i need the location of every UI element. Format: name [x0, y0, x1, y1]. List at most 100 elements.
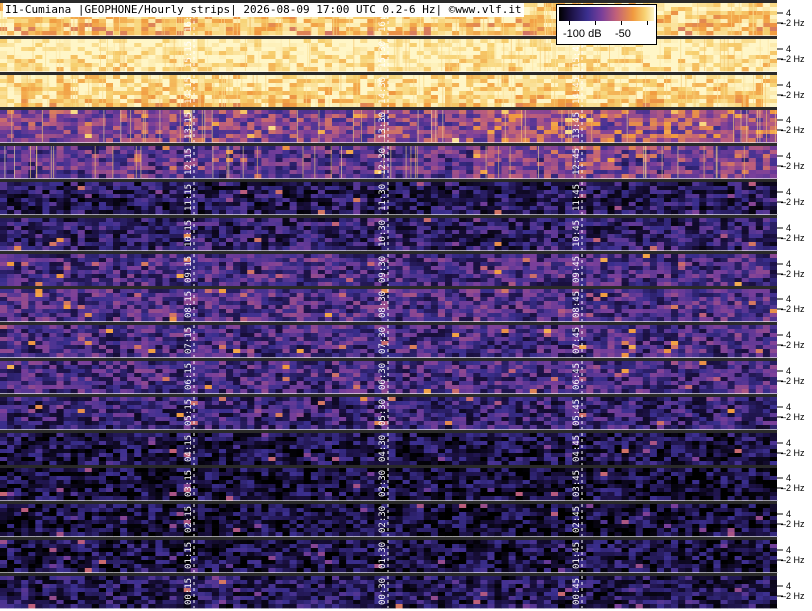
spectrum-cell: [487, 118, 495, 123]
spectrum-cell: [310, 186, 319, 191]
spectrum-streak: [201, 110, 203, 142]
spectrum-cell: [593, 186, 601, 191]
spectrum-cell: [70, 130, 79, 135]
spectrum-cell: [197, 27, 206, 32]
spectrum-cell: [211, 138, 220, 143]
spectrum-cell: [649, 166, 658, 171]
spectrum-cell: [247, 31, 255, 36]
spectrum-cell: [204, 118, 213, 123]
spectrum-cell: [445, 158, 453, 163]
spectrum-cell: [42, 75, 50, 80]
spectrum-cell: [282, 162, 290, 167]
spectrum-cell: [699, 59, 707, 64]
spectrum-cell: [437, 182, 446, 187]
spectrum-cell: [430, 59, 439, 64]
spectrum-cell: [268, 47, 276, 52]
spectrum-cell: [14, 83, 22, 88]
spectrum-cell: [261, 166, 269, 171]
spectrum-cell: [671, 166, 679, 171]
spectrum-cell: [529, 39, 538, 44]
spectrum-cell: [63, 158, 72, 163]
spectrum-cell: [692, 7, 700, 12]
spectrum-cell: [63, 51, 72, 56]
spectrum-cell: [275, 130, 283, 135]
spectrum-cell: [346, 138, 354, 143]
spectrum-cell: [282, 43, 290, 48]
spectrum-cell: [649, 150, 658, 155]
spectrum-cell: [430, 87, 439, 92]
spectrum-streak: [102, 75, 104, 107]
spectrum-cell: [748, 122, 757, 127]
spectrum-cell: [614, 186, 622, 191]
spectrum-cell: [268, 122, 276, 127]
spectrum-cell: [656, 118, 665, 123]
spectrum-streak: [100, 39, 101, 71]
spectrum-cell: [529, 3, 538, 8]
spectrum-cell: [21, 27, 29, 32]
spectrum-cell: [176, 150, 185, 155]
spectrum-cell: [0, 79, 8, 84]
spectrum-cell: [0, 39, 8, 44]
spectrum-cell: [28, 126, 36, 131]
spectrum-cell: [656, 83, 665, 88]
spectrum-cell: [649, 51, 658, 56]
spectrum-cell: [671, 19, 679, 24]
spectrum-cell: [303, 186, 312, 191]
spectrum-cell: [600, 55, 608, 60]
spectrum-cell: [49, 83, 57, 88]
spectrum-cell: [430, 79, 439, 84]
spectrum-cell: [127, 158, 135, 163]
spectrum-cell: [515, 91, 524, 96]
spectrum-cell: [642, 186, 651, 191]
spectrum-cell: [254, 162, 262, 167]
spectrum-cell: [77, 83, 86, 88]
spectrum-cell: [21, 31, 29, 36]
spectrum-cell: [254, 31, 262, 36]
spectrum-streak: [561, 110, 563, 142]
spectrum-cell: [656, 55, 665, 60]
spectrum-cell: [656, 150, 665, 155]
spectrum-cell: [755, 186, 764, 191]
spectrum-cell: [395, 27, 404, 32]
spectrum-cell: [734, 19, 743, 24]
spectrum-cell: [211, 43, 220, 48]
spectrum-cell: [204, 158, 213, 163]
spectrum-cell: [339, 27, 347, 32]
spectrum-cell: [692, 63, 700, 68]
spectrum-cell: [706, 39, 714, 44]
spectrum-cell: [14, 130, 22, 135]
spectrum-cell: [204, 79, 213, 84]
spectrum-cell: [226, 19, 234, 24]
spectrum-cell: [28, 91, 36, 96]
spectrum-cell: [162, 31, 170, 36]
spectrum-cell: [282, 138, 290, 143]
spectrum-cell: [543, 103, 552, 108]
spectrum-cell: [339, 51, 347, 56]
spectrum-cell: [56, 158, 64, 163]
spectrum-cell: [113, 162, 121, 167]
spectrum-cell: [63, 182, 72, 187]
spectrum-streak: [545, 3, 546, 35]
spectrum-cell: [685, 126, 693, 131]
spectrum-cell: [310, 182, 319, 187]
spectrum-cell: [656, 87, 665, 92]
spectrum-cell: [423, 126, 432, 131]
spectrum-cell: [197, 154, 206, 159]
spectrum-cell: [204, 55, 213, 60]
spectrum-cell: [388, 186, 396, 191]
spectrum-cell: [755, 146, 764, 151]
spectrum-cell: [106, 75, 114, 80]
spectrum-cell: [529, 67, 538, 72]
spectrum-cell: [508, 138, 517, 143]
spectrum-cell: [21, 138, 29, 143]
spectrum-cell: [727, 99, 736, 104]
spectrum-cell: [240, 43, 248, 48]
spectrum-cell: [466, 31, 474, 36]
time-label: 14:15: [184, 77, 194, 104]
spectrum-cell: [303, 182, 312, 187]
spectrum-cell: [593, 154, 601, 159]
spectrum-cell: [148, 154, 156, 159]
spectrum-cell: [197, 31, 206, 36]
spectrum-cell: [367, 43, 375, 48]
spectrum-cell: [28, 79, 36, 84]
